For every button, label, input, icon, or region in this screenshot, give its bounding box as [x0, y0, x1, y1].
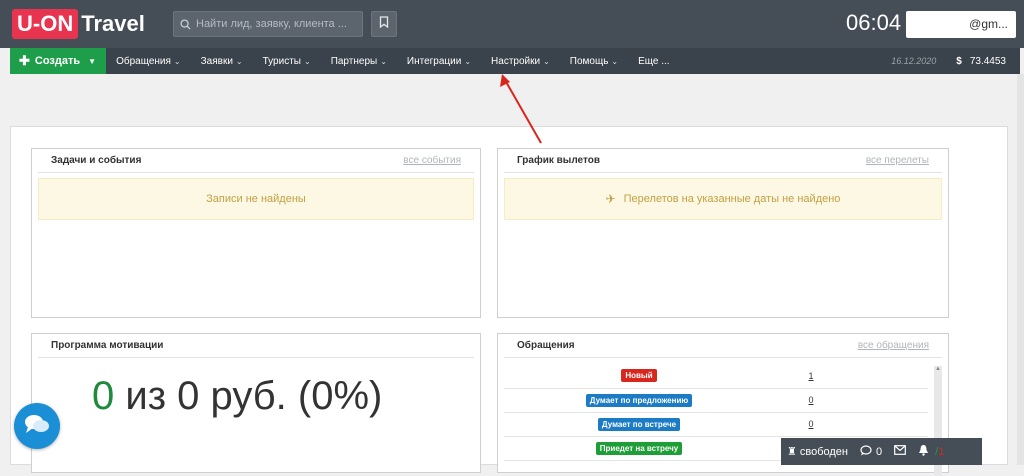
- user-menu[interactable]: @gm...: [906, 11, 1016, 38]
- bell-icon: [918, 444, 929, 459]
- panel-header: Программа мотивации: [38, 334, 474, 358]
- nav-label: Интеграции: [406, 55, 462, 67]
- arrow-head: [500, 74, 510, 87]
- empty-text: Перелетов на указанные даты не найдено: [623, 193, 841, 205]
- nav-item-orders[interactable]: Заявки ⌄: [191, 48, 253, 74]
- nav-item-partners[interactable]: Партнеры ⌄: [321, 48, 397, 74]
- nav-item-integrations[interactable]: Интеграции ⌄: [397, 48, 481, 74]
- flights-panel: График вылетов все перелеты ✈ Перелетов н…: [497, 148, 949, 318]
- count-link[interactable]: 1: [808, 371, 813, 381]
- empty-text: Записи не найдены: [206, 193, 306, 205]
- chevron-down-icon: ⌄: [611, 56, 619, 66]
- nav-label: Обращения: [116, 55, 171, 67]
- chevron-down-icon: ⌄: [303, 56, 311, 66]
- envelope-icon: [894, 445, 907, 458]
- page-scrollbar[interactable]: [1017, 74, 1024, 465]
- chevron-down-icon: ⌄: [173, 56, 181, 66]
- dashboard: Задачи и события все события Записи не н…: [10, 126, 1008, 476]
- panel-title: Задачи и события: [51, 155, 142, 166]
- status-bar: ♜ свободен 0 / 1: [781, 438, 982, 465]
- scroll-up-icon[interactable]: ▲: [934, 366, 942, 374]
- motivation-value: 0: [92, 374, 115, 418]
- table-row: Думает по встрече 0: [504, 412, 928, 437]
- search-icon: [174, 18, 196, 30]
- nav-label: Помощь: [569, 55, 609, 67]
- clock: 06:04: [846, 10, 902, 35]
- nav-item-more[interactable]: Еще ...: [628, 48, 679, 74]
- mail-button[interactable]: [894, 445, 907, 458]
- messages-button[interactable]: 0: [860, 444, 883, 459]
- nav-label: Заявки: [200, 55, 233, 67]
- all-requests-link[interactable]: все обращения: [858, 340, 929, 351]
- nav-label: Партнеры: [330, 55, 378, 67]
- main-nav: ✚ Создать ▼ Обращения ⌄ Заявки ⌄ Туристы ⌄ …: [10, 48, 1020, 74]
- motivation-panel: Программа мотивации 0 из 0 руб. (0%): [31, 333, 481, 473]
- all-events-link[interactable]: все события: [403, 155, 461, 166]
- dollar-icon: $: [956, 55, 962, 67]
- count-link[interactable]: 0: [808, 395, 813, 405]
- create-button[interactable]: ✚ Создать ▼: [10, 48, 107, 74]
- nav-item-requests[interactable]: Обращения ⌄: [106, 48, 191, 74]
- caret-down-icon: ▼: [88, 56, 97, 66]
- notifications-button[interactable]: / 1: [918, 444, 944, 459]
- logo-mark: U-ON: [12, 9, 79, 39]
- plane-icon: ✈: [605, 192, 616, 206]
- empty-notice: Записи не найдены: [38, 178, 474, 220]
- chat-icon: [24, 413, 50, 440]
- bookmark-icon: [379, 15, 389, 33]
- status-badge: Думает по предложению: [585, 393, 693, 407]
- panel-header: График вылетов все перелеты: [504, 149, 942, 173]
- nav-right: 16.12.2020 $73.4453: [891, 56, 1020, 67]
- nav-item-tourists[interactable]: Туристы ⌄: [253, 48, 321, 74]
- messages-count: 0: [876, 445, 883, 458]
- panel-title: График вылетов: [517, 155, 600, 166]
- plus-icon: ✚: [19, 53, 30, 68]
- logo-text: Travel: [81, 11, 145, 36]
- nav-item-settings[interactable]: Настройки ⌄: [481, 48, 560, 74]
- availability-toggle[interactable]: ♜ свободен: [787, 445, 848, 459]
- motivation-summary: 0 из 0 руб. (0%): [92, 374, 382, 419]
- nav-label: Настройки: [491, 55, 541, 67]
- chat-button[interactable]: [14, 403, 60, 449]
- top-header: U-ON Travel 06:04 @gm...: [0, 0, 1024, 48]
- panel-header: Обращения все обращения: [504, 334, 942, 358]
- panel-title: Программа мотивации: [51, 340, 164, 351]
- notify-count: 1: [938, 445, 945, 458]
- create-label: Создать: [34, 55, 81, 67]
- rate-value: 73.4453: [969, 55, 1006, 67]
- availability-text: свободен: [799, 445, 848, 458]
- chevron-down-icon: ⌄: [380, 56, 387, 66]
- currency-rate: $73.4453: [956, 56, 1006, 67]
- chevron-down-icon: ⌄: [543, 56, 550, 66]
- tasks-panel: Задачи и события все события Записи не н…: [31, 148, 481, 318]
- all-flights-link[interactable]: все перелеты: [866, 155, 929, 166]
- search-box[interactable]: [173, 11, 363, 37]
- chevron-down-icon: ⌄: [235, 56, 243, 66]
- nav-label: Еще ...: [638, 55, 670, 67]
- bookmark-button[interactable]: [371, 11, 397, 37]
- panel-title: Обращения: [517, 340, 575, 351]
- nav-item-help[interactable]: Помощь ⌄: [560, 48, 628, 74]
- status-badge: Думает по встрече: [597, 417, 681, 431]
- table-row: Думает по предложению 0: [504, 388, 928, 413]
- chevron-down-icon: ⌄: [464, 56, 472, 66]
- empty-notice: ✈ Перелетов на указанные даты не найдено: [504, 178, 942, 220]
- search-input[interactable]: [196, 18, 356, 30]
- comment-icon: [860, 444, 872, 459]
- current-date: 16.12.2020: [891, 56, 937, 66]
- nav-label: Туристы: [262, 55, 301, 67]
- app-logo[interactable]: U-ON Travel: [12, 9, 145, 39]
- status-badge: Приедет на встречу: [595, 441, 683, 455]
- table-row: Новый 1: [504, 364, 928, 389]
- count-link[interactable]: 0: [808, 419, 813, 429]
- panel-header: Задачи и события все события: [38, 149, 474, 173]
- status-badge: Новый: [621, 369, 657, 383]
- motivation-rest: из 0 руб. (0%): [114, 374, 383, 418]
- person-icon: ♜: [787, 446, 797, 458]
